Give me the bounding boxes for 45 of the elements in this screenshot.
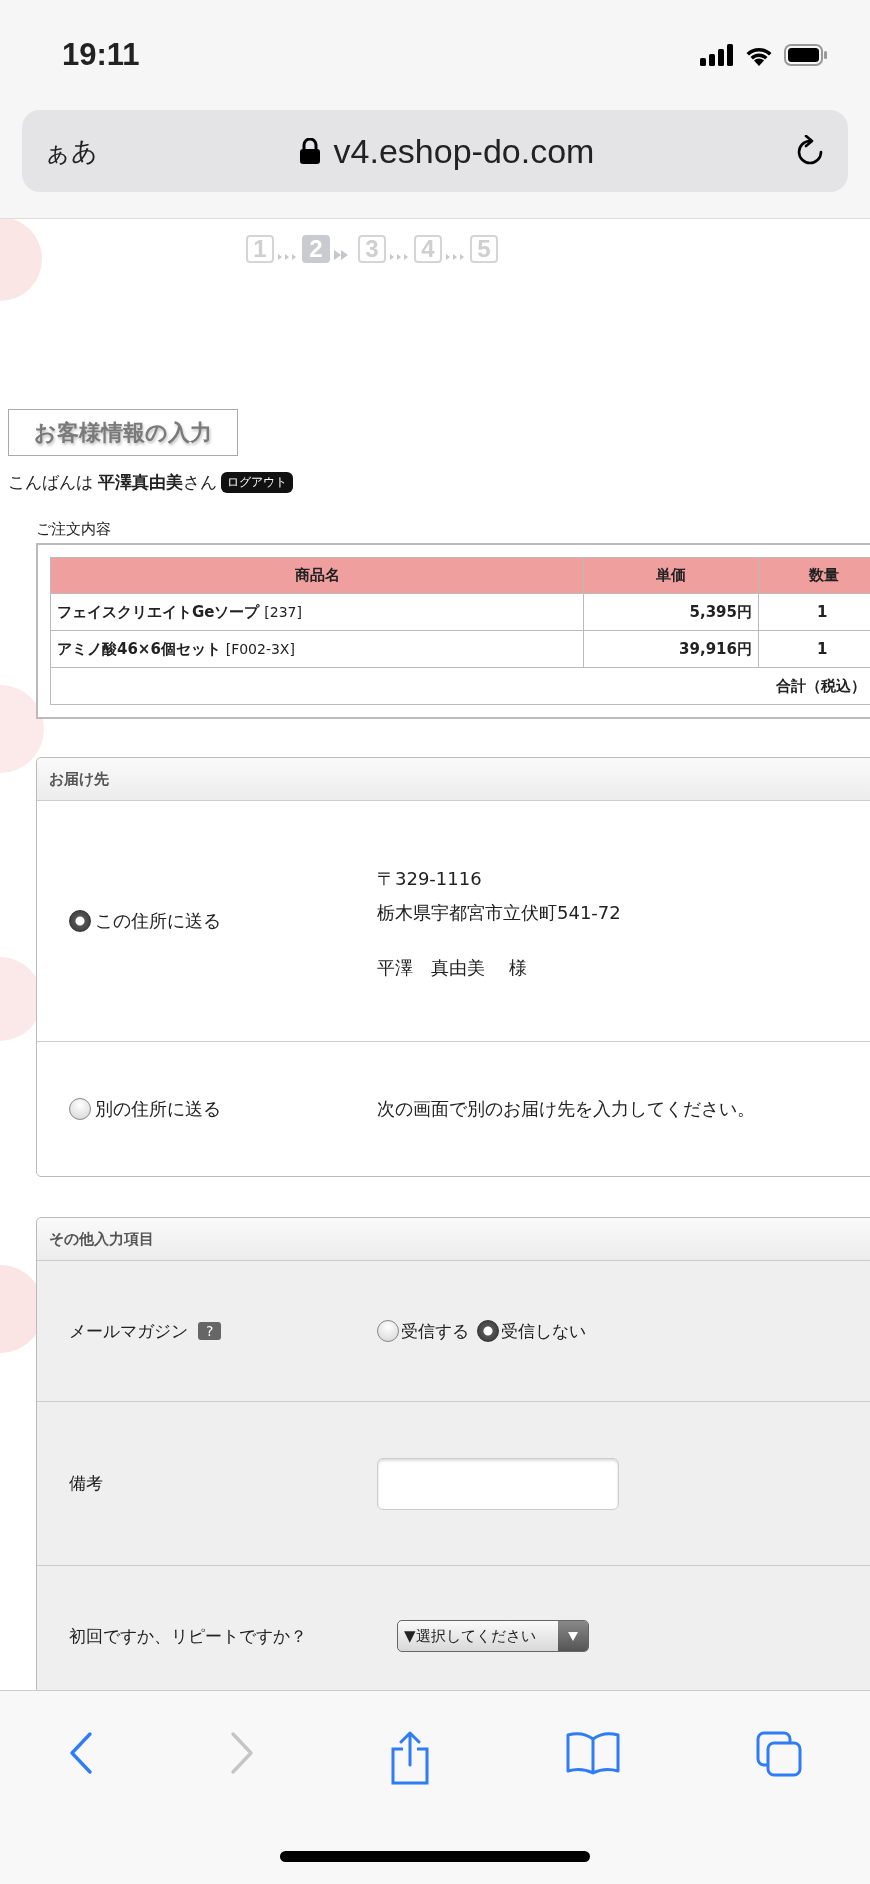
- note-text: 次の画面で別のお届け先を入力してください。: [377, 1097, 756, 1121]
- tabs-icon[interactable]: [756, 1731, 803, 1777]
- radio-button[interactable]: [69, 910, 91, 932]
- field-label: 備考: [69, 1472, 103, 1495]
- option-label[interactable]: この住所に送る: [95, 909, 221, 933]
- greeting-text: こんばんは 平澤真由美さん: [8, 470, 218, 494]
- radio-button[interactable]: [377, 1320, 399, 1342]
- back-icon[interactable]: [67, 1731, 94, 1775]
- radio-button[interactable]: [69, 1098, 91, 1120]
- select-dropdown[interactable]: ▼選択してください: [397, 1620, 589, 1652]
- help-button[interactable]: ?: [198, 1322, 222, 1340]
- url-text: v4.eshop-do.com: [333, 131, 595, 171]
- panel-title: その他入力項目: [49, 1229, 154, 1249]
- section-label: ご注文内容: [36, 520, 112, 539]
- product-cell: フェイスクリエイトGeソープ [237]: [50, 593, 584, 631]
- price-cell: 5,395円: [583, 593, 759, 631]
- column-header: 数量: [758, 557, 870, 594]
- address-line: 栃木県宇都宮市立伏町541-72: [377, 901, 622, 925]
- field-label: メールマガジン: [69, 1319, 188, 1343]
- radio-button[interactable]: [477, 1320, 499, 1342]
- bookmarks-icon[interactable]: [565, 1731, 622, 1775]
- clock-time: 19:11: [62, 37, 140, 73]
- recipient-name: 平澤 真由美 様: [377, 956, 528, 980]
- caret-icon: [568, 1631, 578, 1641]
- signal-icon: [700, 44, 734, 66]
- product-cell: アミノ酸46×6個セット [F002-3X]: [50, 630, 584, 668]
- address-line: 〒329-1116: [377, 867, 483, 891]
- lock-icon: [299, 138, 320, 164]
- battery-icon: [784, 44, 828, 66]
- total-label: 合計（税込）: [50, 667, 870, 705]
- address-bar[interactable]: ぁあ v4.eshop-do.com: [22, 110, 848, 192]
- page-title: お客様情報の入力: [8, 409, 238, 456]
- share-icon[interactable]: [389, 1731, 430, 1785]
- text-size-button[interactable]: ぁあ: [44, 133, 98, 169]
- option-label[interactable]: 受信しない: [501, 1319, 586, 1343]
- price-cell: 39,916円: [583, 630, 759, 668]
- option-label[interactable]: 別の住所に送る: [95, 1097, 221, 1121]
- field-label: 初回ですか、リピートですか？: [69, 1624, 307, 1648]
- column-header: 商品名: [50, 557, 584, 594]
- memo-field[interactable]: [377, 1457, 619, 1510]
- reload-icon[interactable]: [796, 135, 824, 167]
- option-label[interactable]: 受信する: [401, 1319, 469, 1343]
- logout-button[interactable]: ログアウト: [221, 471, 294, 493]
- column-header: 単価: [583, 557, 759, 594]
- panel-title: お届け先: [49, 769, 109, 789]
